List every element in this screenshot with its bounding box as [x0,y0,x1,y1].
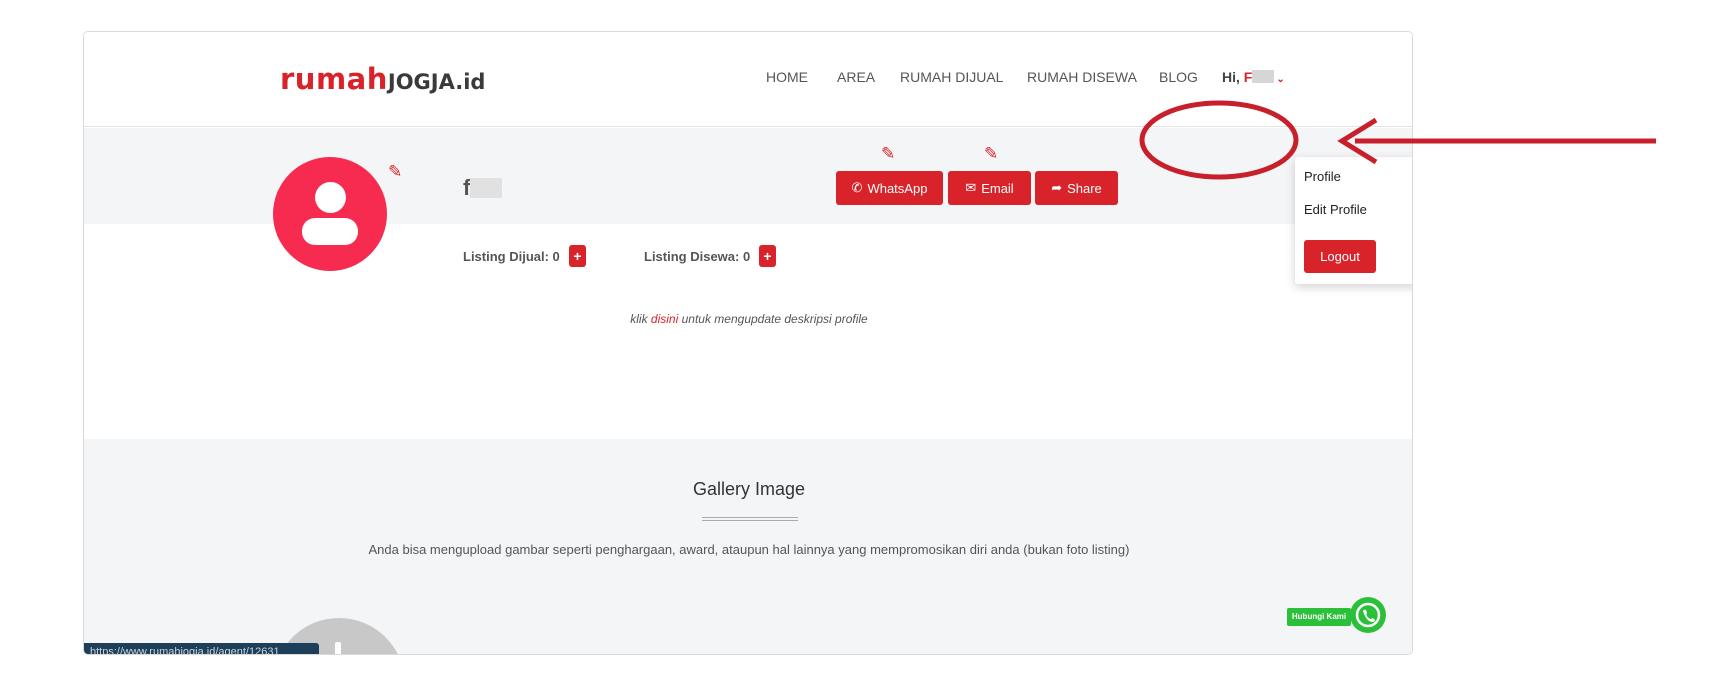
avatar [273,157,387,271]
greeting-label: Hi, [1222,69,1240,85]
nav-blog[interactable]: BLOG [1159,69,1198,85]
add-listing-disewa-button[interactable]: + [759,245,776,267]
desc-suffix: untuk mengupdate deskripsi profile [678,312,868,326]
nav-rumah-dijual[interactable]: RUMAH DIJUAL [900,69,1003,85]
nav-home[interactable]: HOME [766,69,808,85]
add-listing-dijual-button[interactable]: + [569,245,586,267]
dropdown-profile[interactable]: Profile [1304,169,1341,184]
logo-part-domain: .id [455,70,486,94]
whatsapp-widget-label[interactable]: Hubungi Kami [1287,608,1351,626]
share-button-label: Share [1067,180,1102,196]
user-dropdown-menu: Profile Edit Profile Logout [1295,157,1412,284]
desc-update-link[interactable]: disini [651,312,678,326]
email-button-label: Email [981,180,1014,196]
user-icon [315,182,346,213]
whatsapp-button-label: WhatsApp [867,180,928,196]
listing-disewa-count: Listing Disewa: 0 [644,249,751,264]
pencil-icon[interactable]: ✎ [881,145,895,162]
profile-description-hint: klik disini untuk mengupdate deskripsi p… [84,312,1412,326]
share-icon: ➦ [1051,180,1063,195]
logo-part-rumah: rumah [280,62,388,96]
email-button[interactable]: ✉ Email [948,171,1031,205]
redacted-name [470,178,503,198]
whatsapp-button[interactable]: ✆ WhatsApp [836,171,943,205]
whatsapp-icon: ✆ [851,180,863,195]
user-icon-body [302,218,358,245]
pencil-icon[interactable]: ✎ [984,145,998,162]
site-logo[interactable]: rumahJOGJA.id [280,62,485,96]
chevron-down-icon: ⌄ [1276,74,1285,85]
browser-frame: rumahJOGJA.id HOME AREA RUMAH DIJUAL RUM… [83,31,1413,655]
logo-part-jogja: JOGJA [387,70,456,94]
top-navbar: rumahJOGJA.id HOME AREA RUMAH DIJUAL RUM… [84,32,1412,127]
redacted-username [1252,70,1275,83]
profile-name-initial: f [463,175,471,200]
nav-rumah-disewa[interactable]: RUMAH DISEWA [1027,69,1137,85]
gallery-title: Gallery Image [692,479,806,499]
gallery-description: Anda bisa mengupload gambar seperti peng… [368,542,1130,557]
envelope-icon: ✉ [965,180,977,195]
dropdown-edit-profile[interactable]: Edit Profile [1304,202,1367,217]
pencil-icon[interactable]: ✎ [388,163,402,180]
whatsapp-icon [1355,602,1381,628]
whatsapp-widget-button[interactable] [1350,597,1386,633]
logout-button[interactable]: Logout [1304,240,1376,273]
share-button[interactable]: ➦ Share [1035,171,1118,205]
user-initial: F [1243,69,1253,85]
nav-area[interactable]: AREA [837,69,875,85]
status-bar-url: https://www.rumahjogja.id/agent/12631 [84,643,319,654]
upload-icon [335,642,341,654]
gallery-divider [702,517,798,521]
desc-prefix: klik [630,312,651,326]
listing-dijual-count: Listing Dijual: 0 [463,249,560,264]
user-menu-toggle[interactable]: Hi, F ⌄ [1222,69,1285,85]
profile-name: f [463,175,503,201]
